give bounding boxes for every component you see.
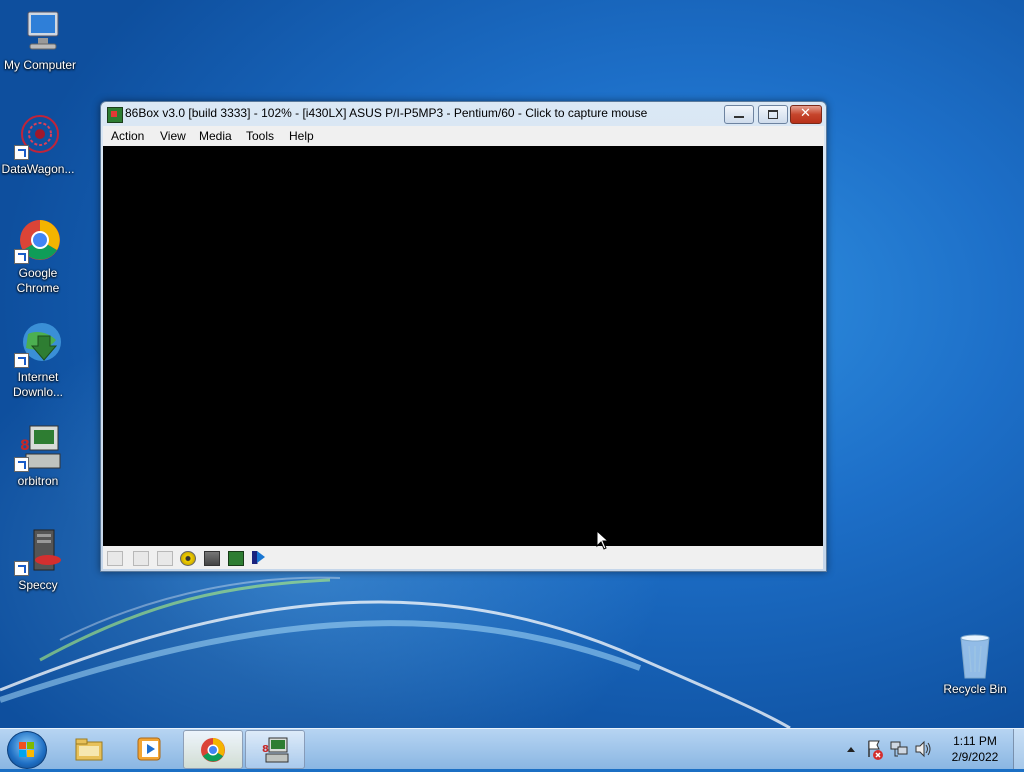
- cdrom-icon[interactable]: [180, 551, 196, 566]
- cassette-icon[interactable]: [107, 551, 123, 566]
- speccy-icon: [14, 528, 62, 576]
- desktop-icon-speccy[interactable]: Speccy: [0, 528, 78, 593]
- desktop-icon-orbitron[interactable]: 8 orbitron: [0, 424, 78, 489]
- taskbar-86box-button[interactable]: 8: [245, 730, 305, 769]
- clock-time: 1:11 PM: [953, 734, 997, 748]
- maximize-icon: [768, 110, 778, 119]
- hard-disk-icon[interactable]: [204, 551, 220, 566]
- svg-text:8: 8: [20, 438, 30, 454]
- desktop-icon-label: Google Chrome: [16, 266, 60, 295]
- floppy-drive-2-icon[interactable]: [157, 551, 173, 566]
- svg-text:8: 8: [262, 744, 269, 755]
- desktop-icon-label: DataWagon...: [1, 162, 75, 176]
- show-desktop-button[interactable]: [1013, 729, 1024, 769]
- recycle-bin-icon: [951, 632, 999, 680]
- show-hidden-icons-icon: [847, 747, 855, 752]
- minimize-icon: [734, 116, 744, 118]
- desktop-icon-label: orbitron: [17, 474, 59, 488]
- desktop-icon-label: My Computer: [3, 58, 77, 72]
- network-icon[interactable]: [228, 551, 244, 566]
- shortcut-arrow-icon: [14, 561, 29, 576]
- desktop-icon-label: Internet Downlo...: [12, 370, 64, 399]
- taskbar-explorer-button[interactable]: [60, 730, 118, 767]
- shortcut-arrow-icon: [14, 353, 29, 368]
- close-icon: ✕: [800, 106, 811, 121]
- desktop-icon-recycle-bin[interactable]: Recycle Bin: [935, 632, 1015, 697]
- status-bar: [103, 546, 823, 569]
- datawagon-icon: [14, 112, 62, 160]
- taskbar: 8 1:11 PM 2/9/2022: [0, 728, 1024, 769]
- computer-icon: [16, 8, 64, 56]
- emulated-display[interactable]: [103, 146, 823, 546]
- 86box-icon: 8: [261, 737, 289, 763]
- emulator-window[interactable]: 86Box v3.0 [build 3333] - 102% - [i430LX…: [100, 101, 827, 572]
- menu-bar: Action View Media Tools Help: [103, 126, 824, 146]
- close-button[interactable]: ✕: [790, 105, 822, 124]
- chrome-icon: [14, 216, 62, 264]
- shortcut-arrow-icon: [14, 457, 29, 472]
- floppy-drive-1-icon[interactable]: [133, 551, 149, 566]
- maximize-button[interactable]: [758, 105, 788, 124]
- taskbar-chrome-button[interactable]: [183, 730, 243, 769]
- show-hidden-icons-button[interactable]: [845, 729, 857, 769]
- internet-download-manager-icon: [14, 320, 62, 368]
- menu-view[interactable]: View: [160, 129, 186, 143]
- window-title: 86Box v3.0 [build 3333] - 102% - [i430LX…: [125, 106, 648, 120]
- shortcut-arrow-icon: [14, 145, 29, 160]
- menu-media[interactable]: Media: [199, 129, 232, 143]
- desktop-icon-google-chrome[interactable]: Google Chrome: [0, 216, 78, 296]
- menu-action[interactable]: Action: [111, 129, 144, 143]
- shortcut-arrow-icon: [14, 249, 29, 264]
- desktop-icon-label: Recycle Bin: [943, 682, 1007, 696]
- desktop-icon-datawagon[interactable]: DataWagon...: [0, 112, 78, 177]
- orbitron-icon: 8: [14, 424, 62, 472]
- desktop-icon-internet-download-manager[interactable]: Internet Downlo...: [0, 320, 78, 400]
- network-tray-icon[interactable]: [890, 729, 908, 769]
- start-button[interactable]: [7, 731, 47, 769]
- menu-help[interactable]: Help: [289, 129, 314, 143]
- sound-icon[interactable]: [252, 551, 266, 564]
- 86box-icon: [107, 107, 123, 123]
- media-player-icon: [136, 736, 164, 762]
- volume-icon[interactable]: [914, 729, 932, 769]
- menu-tools[interactable]: Tools: [246, 129, 274, 143]
- windows-logo-icon: [19, 742, 35, 758]
- action-center-icon[interactable]: [866, 729, 884, 769]
- taskbar-media-player-button[interactable]: [121, 730, 179, 767]
- windows-explorer-icon: [75, 736, 103, 762]
- desktop-icon-label: Speccy: [18, 578, 58, 592]
- minimize-button[interactable]: [724, 105, 754, 124]
- desktop-icon-my-computer[interactable]: My Computer: [0, 8, 80, 73]
- chrome-icon: [199, 737, 227, 763]
- window-titlebar[interactable]: 86Box v3.0 [build 3333] - 102% - [i430LX…: [101, 102, 826, 126]
- system-clock[interactable]: 1:11 PM 2/9/2022: [940, 733, 1010, 765]
- clock-date: 2/9/2022: [951, 750, 999, 764]
